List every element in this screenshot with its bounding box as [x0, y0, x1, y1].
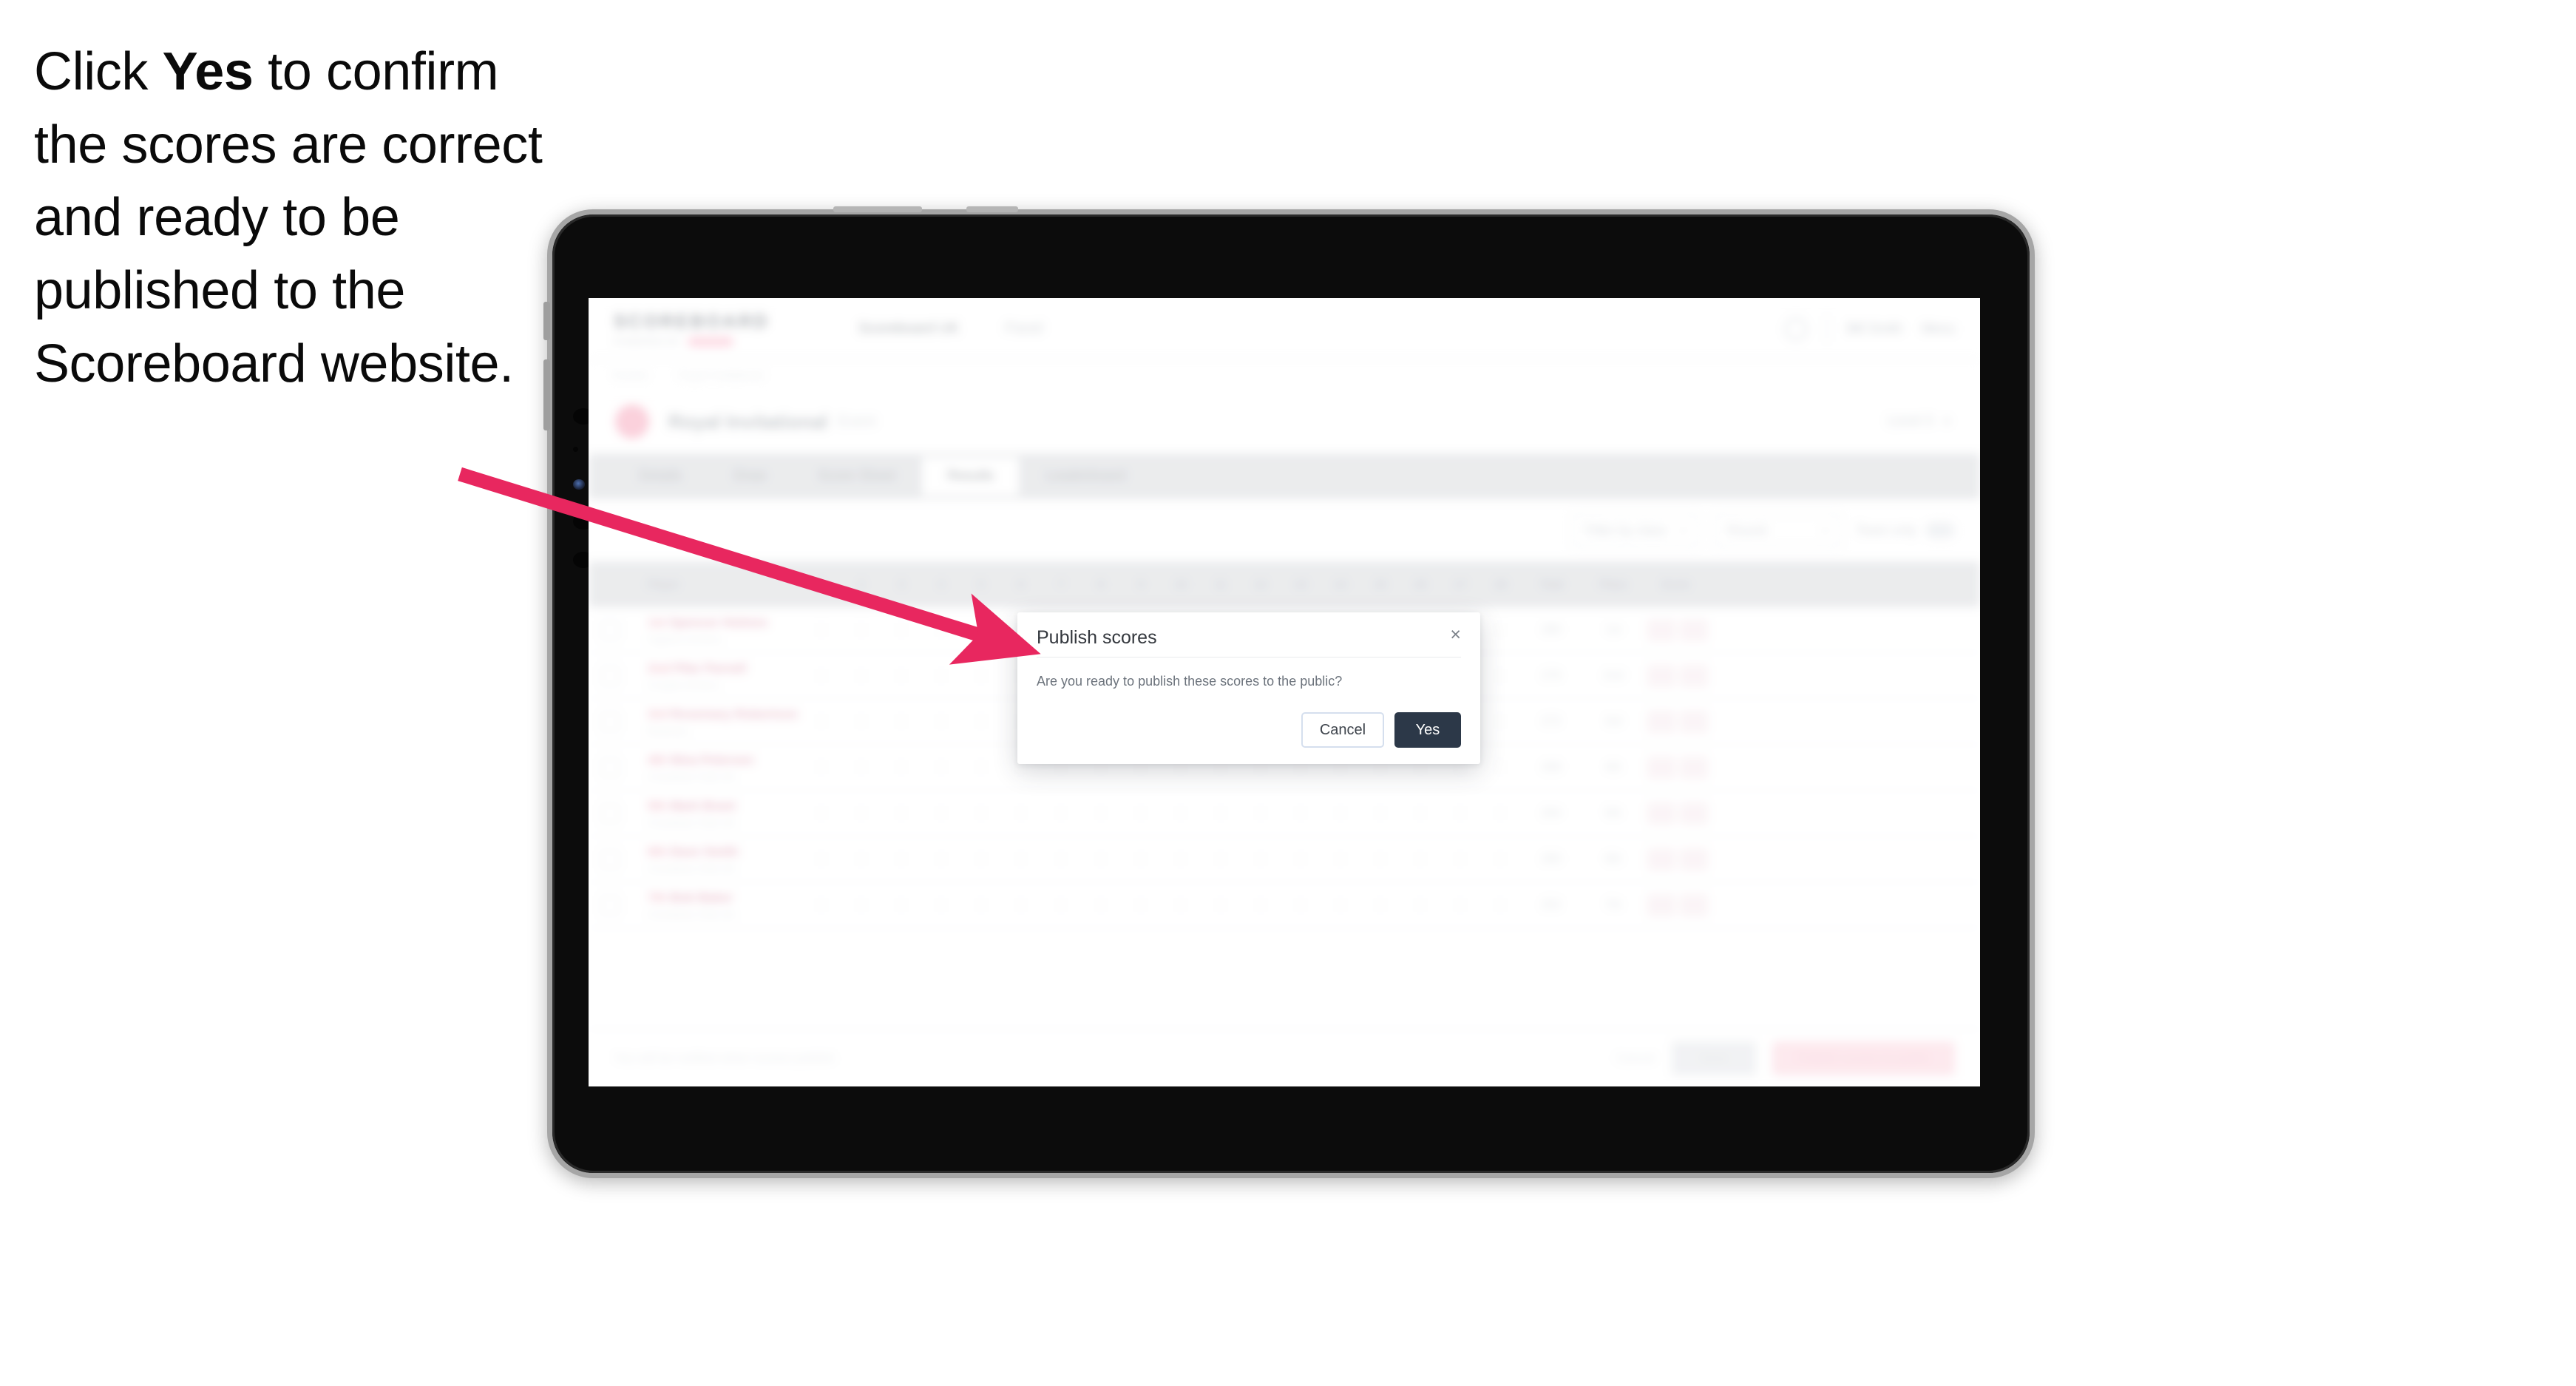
yes-button[interactable]: Yes	[1394, 712, 1461, 748]
device-volume-button[interactable]	[543, 302, 550, 340]
device-power-button[interactable]	[543, 359, 550, 430]
device-sensor-dot	[573, 447, 578, 452]
camera-icon	[573, 479, 585, 490]
caption-text-bold: Yes	[162, 42, 254, 101]
device-top-speaker	[833, 206, 922, 212]
dialog-actions: Cancel Yes	[1037, 712, 1461, 748]
dialog-message: Are you ready to publish these scores to…	[1037, 674, 1343, 689]
instruction-caption: Click Yes to confirm the scores are corr…	[34, 36, 581, 400]
dialog-title: Publish scores	[1037, 627, 1157, 648]
close-icon[interactable]: ×	[1450, 626, 1461, 644]
tablet-device: SCOREBOARD POWERED BY Scoreboard UK Pane…	[543, 206, 2035, 1178]
device-top-mic	[966, 206, 1018, 212]
publish-scores-dialog: Publish scores × Are you ready to publis…	[1017, 612, 1480, 764]
caption-text-before: Click	[34, 42, 163, 101]
screenshot-root: Click Yes to confirm the scores are corr…	[0, 0, 2576, 1386]
device-screen: SCOREBOARD POWERED BY Scoreboard UK Pane…	[589, 298, 1980, 1086]
dialog-header: Publish scores ×	[1037, 626, 1461, 657]
cancel-button[interactable]: Cancel	[1301, 712, 1384, 748]
